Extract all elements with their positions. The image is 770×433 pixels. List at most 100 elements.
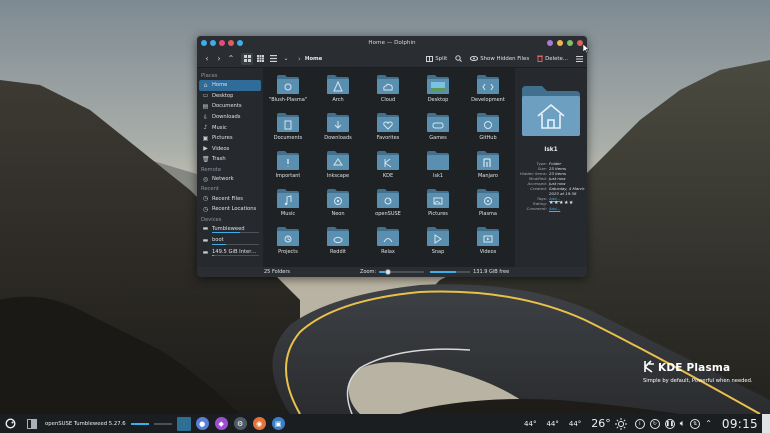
places-item-desktop[interactable]: ▭ Desktop <box>199 91 261 102</box>
folder-item[interactable]: Important <box>263 150 313 182</box>
maximize-button[interactable] <box>567 40 573 46</box>
virtual-desktop-pager[interactable] <box>27 418 37 429</box>
folder-item[interactable]: Cloud <box>363 74 413 106</box>
firefox-app-icon[interactable]: ● <box>195 417 209 430</box>
up-button[interactable]: ⌃ <box>225 53 237 65</box>
view-menu-button[interactable]: ⌄ <box>280 53 292 65</box>
browser-app-icon[interactable]: ◉ <box>252 417 266 430</box>
folder-item[interactable]: Neon <box>313 188 363 220</box>
settings-app-icon[interactable]: ⚙ <box>233 417 247 430</box>
titlebar-left-button-4[interactable] <box>228 40 234 46</box>
folder-item[interactable]: Desktop <box>413 74 463 106</box>
icons-view-button[interactable] <box>241 52 253 65</box>
folder-item[interactable]: Favorites <box>363 112 413 144</box>
delete-button[interactable]: Delete... <box>537 55 568 62</box>
media-pause-icon[interactable]: ❚❚ <box>664 418 675 429</box>
folder-item[interactable]: Music <box>263 188 313 220</box>
search-icon <box>455 55 463 62</box>
folder-item[interactable]: Relax <box>363 226 413 258</box>
documents-folder-icon <box>276 112 300 133</box>
titlebar-left-button-3[interactable] <box>219 40 225 46</box>
folder-item[interactable]: Games <box>413 112 463 144</box>
places-item-recent-files[interactable]: ◷ Recent Files <box>199 193 261 204</box>
folder-item[interactable]: Arch <box>313 74 363 106</box>
show-hidden-files-button[interactable]: Show Hidden Files <box>470 56 529 62</box>
home-icon: ⌂ <box>203 81 208 89</box>
cpu-temperature-readout[interactable]: 44° <box>524 420 536 428</box>
window-body: Places ⌂ Home ▭ Desktop ▤ Documents ⇩ Downloads ♪… <box>197 68 587 267</box>
dolphin-app-icon[interactable]: ▣ <box>271 417 285 430</box>
folder-item[interactable]: Videos <box>463 226 513 258</box>
volume-icon[interactable]: 🔈︎ <box>680 419 685 429</box>
titlebar-left-button-1[interactable] <box>201 40 207 46</box>
folder-item[interactable]: Documents <box>263 112 313 144</box>
folder-name: "Blush-Plasma" <box>268 97 308 103</box>
network-tray-icon[interactable]: ⇅ <box>690 418 701 429</box>
folder-item[interactable]: openSUSE <box>363 188 413 220</box>
folder-item[interactable]: GitHub <box>463 112 513 144</box>
places-item-music[interactable]: ♪ Music <box>199 122 261 133</box>
split-button[interactable]: Split <box>426 55 447 62</box>
tray-expand-chevron-icon[interactable]: ⌃ <box>705 419 712 428</box>
places-item-label: Videos <box>212 145 230 152</box>
keep-above-button[interactable] <box>547 40 553 46</box>
places-item-documents[interactable]: ▤ Documents <box>199 101 261 112</box>
cpu-temperature-readout[interactable]: 44° <box>546 420 558 428</box>
places-item-pictures[interactable]: ▣ Pictures <box>199 133 261 144</box>
digital-clock[interactable]: 09:15 <box>722 417 758 431</box>
chevron-down-icon: ⌄ <box>283 55 289 62</box>
weather-widget[interactable]: 26° <box>591 417 627 430</box>
folder-item[interactable]: Downloads <box>313 112 363 144</box>
back-button[interactable]: ‹ <box>201 53 213 65</box>
zoom-slider-handle[interactable] <box>385 269 392 275</box>
pinned-apps: ● ◆ ⚙ ◉ ▣ <box>195 417 285 430</box>
folder-item[interactable]: Plasma <box>463 188 513 220</box>
discover-app-icon[interactable]: ◆ <box>214 417 228 430</box>
titlebar-left-button-2[interactable] <box>210 40 216 46</box>
places-item-recent-locations[interactable]: ◷ Recent Locations <box>199 204 261 215</box>
folder-item[interactable]: Inkscape <box>313 150 363 182</box>
info-add-link[interactable]: Add... <box>549 206 587 211</box>
minimize-button[interactable] <box>557 40 563 46</box>
cpu-temperature-readout[interactable]: 44° <box>569 420 581 428</box>
hamburger-menu-button[interactable] <box>576 55 583 62</box>
search-button[interactable] <box>455 55 463 62</box>
folder-name: Pictures <box>428 211 448 217</box>
places-item-home[interactable]: ⌂ Home <box>199 80 261 91</box>
places-item-videos[interactable]: ▶ Videos <box>199 144 261 155</box>
task-konsole-window[interactable]: openSUSE Tumbleweed 5.27.6 <box>45 421 172 427</box>
eye-icon <box>470 56 479 61</box>
forward-button[interactable]: › <box>213 53 225 65</box>
folder-item[interactable]: KDE <box>363 150 413 182</box>
places-item-network[interactable]: ◎ Network <box>199 174 261 185</box>
drive-icon: ▬ <box>202 225 209 233</box>
folder-item[interactable]: Projects <box>263 226 313 258</box>
task-dolphin-window[interactable] <box>176 416 191 431</box>
folder-item[interactable]: Snap <box>413 226 463 258</box>
device-usage-fill <box>212 255 215 257</box>
zoom-slider[interactable] <box>379 269 425 275</box>
application-launcher-button[interactable] <box>3 417 17 431</box>
folder-item[interactable]: Manjaro <box>463 150 513 182</box>
details-view-button[interactable] <box>267 53 279 65</box>
places-item-trash[interactable]: 🗑︎ Trash <box>199 154 261 165</box>
zoom-control: Zoom: <box>360 269 425 275</box>
chevron-right-icon: › <box>217 54 221 63</box>
folder-item[interactable]: lsk1 <box>413 150 463 182</box>
compact-view-button[interactable] <box>254 53 266 65</box>
folder-item[interactable]: "Blush-Plasma" <box>263 74 313 106</box>
window-titlebar[interactable]: Home — Dolphin <box>197 36 587 50</box>
folder-item[interactable]: Development <box>463 74 513 106</box>
pager-desktop-2 <box>32 419 36 428</box>
places-item-downloads[interactable]: ⇩ Downloads <box>199 112 261 123</box>
titlebar-left-button-5[interactable] <box>237 40 243 46</box>
folder-name: Arch <box>332 97 344 103</box>
updates-icon[interactable]: ↻ <box>649 418 660 429</box>
notifications-icon[interactable]: i <box>634 418 645 429</box>
folder-name: Reddit <box>329 249 347 255</box>
folder-item[interactable]: Reddit <box>313 226 363 258</box>
folder-item[interactable]: Pictures <box>413 188 463 220</box>
trash-icon: 🗑︎ <box>202 155 210 163</box>
breadcrumb-home[interactable]: Home <box>305 56 323 62</box>
show-desktop-button[interactable] <box>762 414 770 433</box>
